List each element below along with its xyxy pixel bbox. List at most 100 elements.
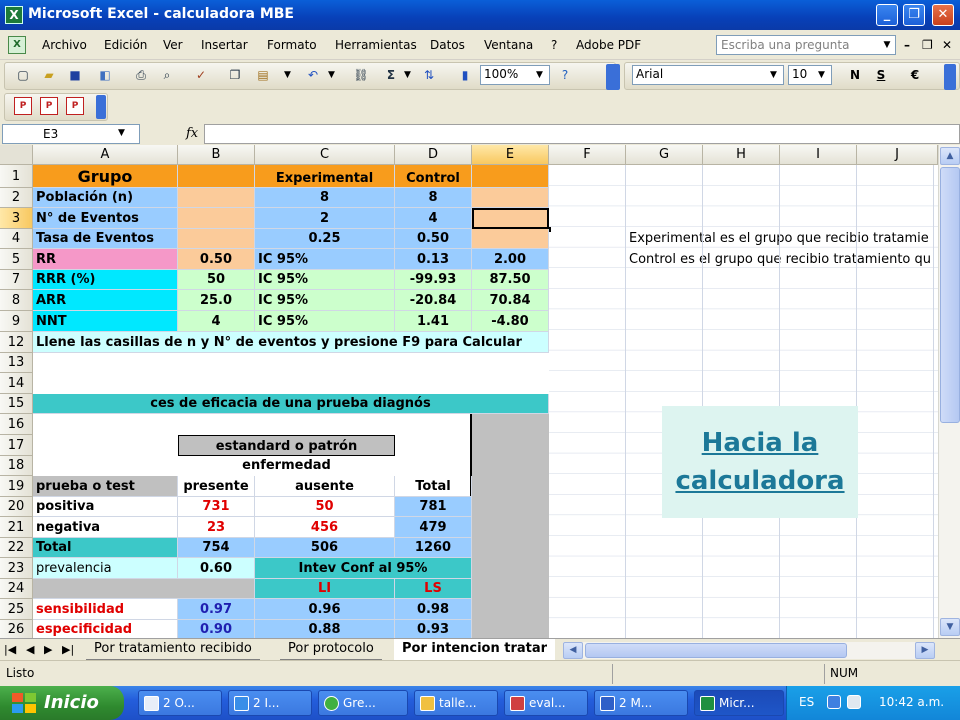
tab-por-intencion-tratar[interactable]: Por intencion tratar <box>394 639 556 660</box>
cell-b25[interactable]: 0.97 <box>178 599 255 620</box>
cell-c9[interactable]: IC 95% <box>255 311 395 332</box>
calculator-hyperlink[interactable]: Hacia la calculadora <box>662 424 858 500</box>
vertical-scrollbar[interactable]: ▲ ▼ <box>938 145 960 638</box>
zoom-dropdown-icon[interactable]: ▼ <box>536 70 543 80</box>
row-header-9[interactable]: 9 <box>0 311 33 332</box>
column-header-g[interactable]: G <box>626 145 703 165</box>
cell-d25[interactable]: 0.98 <box>395 599 472 620</box>
network-tray-icon[interactable] <box>847 695 861 709</box>
cell-d22[interactable]: 1260 <box>395 538 472 558</box>
column-header-e[interactable]: E <box>472 145 549 165</box>
cell-d1[interactable]: Control <box>395 165 472 188</box>
cell-c23-ci-header[interactable]: Intev Conf al 95% <box>255 558 472 579</box>
save-icon[interactable]: ■ <box>66 66 84 84</box>
tab-por-protocolo[interactable]: Por protocolo <box>280 639 382 660</box>
column-header-f[interactable]: F <box>549 145 626 165</box>
menu-ver[interactable]: Ver <box>163 38 183 52</box>
row-header-26[interactable]: 26 <box>0 620 33 638</box>
row-header-25[interactable]: 25 <box>0 599 33 620</box>
cell-a22[interactable]: Total <box>33 538 178 558</box>
cell-a21[interactable]: negativa <box>33 517 178 538</box>
cell-b9[interactable]: 4 <box>178 311 255 332</box>
row-header-22[interactable]: 22 <box>0 538 33 558</box>
autosum-icon[interactable]: Σ <box>382 66 400 84</box>
next-sheet-icon[interactable]: ▶ <box>44 643 52 656</box>
font-name-select[interactable]: Arial <box>632 65 784 85</box>
cell-e2[interactable] <box>472 188 549 208</box>
note-experimental[interactable]: Experimental es el grupo que recibio tra… <box>626 229 938 249</box>
insert-hyperlink-icon[interactable]: ⛓ <box>352 66 370 84</box>
cell-e3-selected[interactable] <box>472 208 549 229</box>
cell-b8[interactable]: 25.0 <box>178 290 255 311</box>
hyperlink-line-2[interactable]: calculadora <box>662 462 858 500</box>
scroll-up-icon[interactable]: ▲ <box>940 147 960 165</box>
taskbar-item-outlook[interactable]: 2 O... <box>138 690 222 716</box>
tab-por-tratamiento-recibido[interactable]: Por tratamiento recibido <box>86 639 260 660</box>
cell-b4[interactable] <box>178 229 255 249</box>
scroll-right-icon[interactable]: ▶ <box>915 642 935 659</box>
cell-e4[interactable] <box>472 229 549 249</box>
cell-a1[interactable]: Grupo <box>33 165 178 188</box>
cell-b2[interactable] <box>178 188 255 208</box>
cell-b21[interactable]: 23 <box>178 517 255 538</box>
cell-e8[interactable]: 70.84 <box>472 290 549 311</box>
pdf-toolbar-options-icon[interactable] <box>96 95 106 119</box>
name-box-dropdown-icon[interactable]: ▼ <box>118 128 125 138</box>
horizontal-scroll-thumb[interactable] <box>585 643 847 658</box>
cell-d9[interactable]: 1.41 <box>395 311 472 332</box>
cell-a26[interactable]: especificidad <box>33 620 178 638</box>
bold-button[interactable]: N <box>846 66 864 84</box>
cell-c20[interactable]: 50 <box>255 497 395 517</box>
menu-herramientas[interactable]: Herramientas <box>335 38 417 52</box>
font-size-select[interactable]: 10 <box>788 65 832 85</box>
cell-a19[interactable]: prueba o test <box>33 476 178 497</box>
taskbar-item-word[interactable]: 2 M... <box>594 690 688 716</box>
cell-a20[interactable]: positiva <box>33 497 178 517</box>
cell-c21[interactable]: 456 <box>255 517 395 538</box>
select-all-corner[interactable] <box>0 145 33 165</box>
taskbar-item-excel[interactable]: Micr... <box>694 690 784 716</box>
cell-c19[interactable]: ausente <box>255 476 395 497</box>
workbook-icon[interactable]: X <box>8 36 26 54</box>
row-header-7[interactable]: 7 <box>0 270 33 290</box>
column-header-h[interactable]: H <box>703 145 780 165</box>
workbook-minimize-button[interactable]: – <box>904 38 910 52</box>
spelling-icon[interactable]: ✓ <box>192 66 210 84</box>
row-header-17[interactable]: 17 <box>0 435 33 456</box>
row-header-5[interactable]: 5 <box>0 249 33 270</box>
workbook-close-button[interactable]: ✕ <box>942 38 952 52</box>
taskbar-item-folder[interactable]: talle... <box>414 690 498 716</box>
column-header-i[interactable]: I <box>780 145 857 165</box>
cell-b22[interactable]: 754 <box>178 538 255 558</box>
cell-b17-standard[interactable]: estandard o patrón <box>178 435 395 456</box>
cell-d19[interactable]: Total <box>395 476 472 497</box>
cell-a25[interactable]: sensibilidad <box>33 599 178 620</box>
column-header-j[interactable]: J <box>857 145 938 165</box>
row-header-24[interactable]: 24 <box>0 579 33 599</box>
paste-dropdown-icon[interactable]: ▼ <box>284 70 291 80</box>
permission-icon[interactable]: ◧ <box>96 66 114 84</box>
cell-d5[interactable]: 0.13 <box>395 249 472 270</box>
cell-d3[interactable]: 4 <box>395 208 472 229</box>
print-icon[interactable]: ⎙ <box>132 66 150 84</box>
open-folder-icon[interactable]: ▰ <box>40 66 58 84</box>
note-control[interactable]: Control es el grupo que recibio tratamie… <box>626 249 938 270</box>
taskbar-item-eval[interactable]: eval... <box>504 690 588 716</box>
underline-button[interactable]: S <box>872 66 890 84</box>
instruction-row[interactable]: Llene las casillas de n y N° de eventos … <box>33 332 549 353</box>
menu-formato[interactable]: Formato <box>267 38 317 52</box>
menu-insertar[interactable]: Insertar <box>201 38 248 52</box>
workbook-restore-button[interactable]: ❐ <box>922 38 933 52</box>
last-sheet-icon[interactable]: ▶| <box>62 643 74 656</box>
scroll-down-icon[interactable]: ▼ <box>940 618 960 636</box>
cell-e5[interactable]: 2.00 <box>472 249 549 270</box>
cell-c22[interactable]: 506 <box>255 538 395 558</box>
cell-d2[interactable]: 8 <box>395 188 472 208</box>
cell-b20[interactable]: 731 <box>178 497 255 517</box>
start-button[interactable]: Inicio <box>0 686 124 720</box>
sort-ascending-icon[interactable]: ⇅ <box>420 66 438 84</box>
cell-c26[interactable]: 0.88 <box>255 620 395 638</box>
maximize-button[interactable]: ❐ <box>903 4 925 26</box>
row-header-21[interactable]: 21 <box>0 517 33 538</box>
row-header-19[interactable]: 19 <box>0 476 33 497</box>
